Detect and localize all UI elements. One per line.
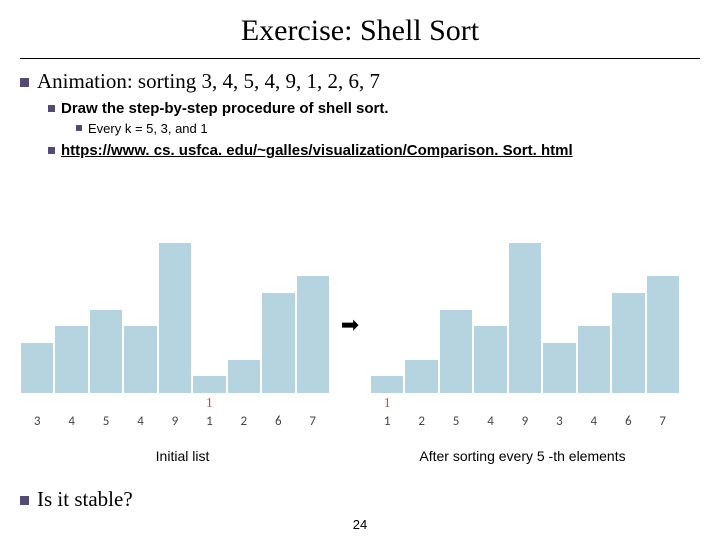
bar-column: 5 [440, 310, 472, 430]
caption-after: After sorting every 5 -th elements [345, 448, 700, 464]
bar-label: 3 [556, 414, 563, 430]
bar-column: 9 [509, 243, 541, 430]
bar [21, 343, 53, 393]
bar [647, 276, 679, 393]
bar [440, 310, 472, 393]
bullet-is-stable-text: Is it stable? [37, 487, 133, 511]
bar-label: 4 [137, 414, 144, 430]
arrow-icon: ➡ [330, 312, 370, 368]
page-number: 24 [0, 517, 720, 532]
bullet-list: Animation: sorting 3, 4, 5, 4, 9, 1, 2, … [20, 69, 700, 159]
bar-label: 1 [206, 414, 213, 430]
title-divider [20, 58, 700, 59]
visualization-link[interactable]: https://www. cs. usfca. edu/~galles/visu… [61, 142, 573, 159]
bar-column: 11 [193, 376, 225, 430]
bar-column: 4 [55, 326, 87, 430]
page-title: Exercise: Shell Sort [20, 0, 700, 56]
bar-label: 3 [34, 414, 41, 430]
bullet-animation-text: Animation: sorting 3, 4, 5, 4, 9, 1, 2, … [37, 69, 380, 93]
bullet-icon [76, 125, 82, 131]
bar-label: 9 [522, 414, 529, 430]
bar-column: 6 [262, 293, 294, 430]
red-one-marker: 1 [384, 396, 391, 412]
bar-label: 2 [241, 414, 248, 430]
red-one-marker: 1 [206, 396, 213, 412]
bullet-draw: Draw the step-by-step procedure of shell… [48, 100, 700, 136]
bullet-icon [48, 147, 55, 154]
charts-row: 3454911267 ➡ 1125493467 [20, 230, 700, 450]
bar-label: 7 [659, 414, 666, 430]
bar-column: 2 [405, 360, 437, 430]
bar [543, 343, 575, 393]
bar [90, 310, 122, 393]
bar-column: 9 [159, 243, 191, 430]
bar [578, 326, 610, 393]
bar [55, 326, 87, 393]
bullet-link: https://www. cs. usfca. edu/~galles/visu… [48, 142, 700, 159]
caption-row: Initial list After sorting every 5 -th e… [20, 448, 700, 464]
bar-column: 3 [543, 343, 575, 430]
bar-label: 2 [418, 414, 425, 430]
bar-column: 4 [578, 326, 610, 430]
bar [474, 326, 506, 393]
bar [371, 376, 403, 393]
bar-column: 2 [228, 360, 260, 430]
bar-column: 6 [612, 293, 644, 430]
bar [509, 243, 541, 393]
bar-label: 7 [309, 414, 316, 430]
caption-initial: Initial list [20, 448, 345, 464]
bar [405, 360, 437, 393]
bar [228, 360, 260, 393]
bar-column: 5 [90, 310, 122, 430]
chart-after: 1125493467 [370, 250, 680, 430]
bullet-draw-text: Draw the step-by-step procedure of shell… [61, 100, 389, 117]
bar [612, 293, 644, 393]
bar-label: 9 [172, 414, 179, 430]
chart-initial: 3454911267 [20, 250, 330, 430]
bar-label: 4 [487, 414, 494, 430]
bar-column: 7 [297, 276, 329, 430]
bar-label: 5 [453, 414, 460, 430]
bar-label: 6 [625, 414, 632, 430]
bar [297, 276, 329, 393]
bar-column: 4 [124, 326, 156, 430]
bar-label: 4 [68, 414, 75, 430]
bullet-icon [20, 78, 29, 87]
bullet-is-stable: Is it stable? [20, 487, 133, 512]
bullet-icon [48, 105, 55, 112]
bar-column: 4 [474, 326, 506, 430]
bullet-every-k-text: Every k = 5, 3, and 1 [88, 121, 208, 136]
bar [193, 376, 225, 393]
bullet-animation: Animation: sorting 3, 4, 5, 4, 9, 1, 2, … [20, 69, 700, 159]
bar-label: 4 [591, 414, 598, 430]
bar-label: 6 [275, 414, 282, 430]
bar-column: 3 [21, 343, 53, 430]
bar-label: 1 [384, 414, 391, 430]
bar-label: 5 [103, 414, 110, 430]
bullet-icon [20, 496, 29, 505]
bar-column: 11 [371, 376, 403, 430]
bar [262, 293, 294, 393]
bar [124, 326, 156, 393]
bar [159, 243, 191, 393]
bar-column: 7 [647, 276, 679, 430]
bullet-every-k: Every k = 5, 3, and 1 [76, 121, 700, 136]
